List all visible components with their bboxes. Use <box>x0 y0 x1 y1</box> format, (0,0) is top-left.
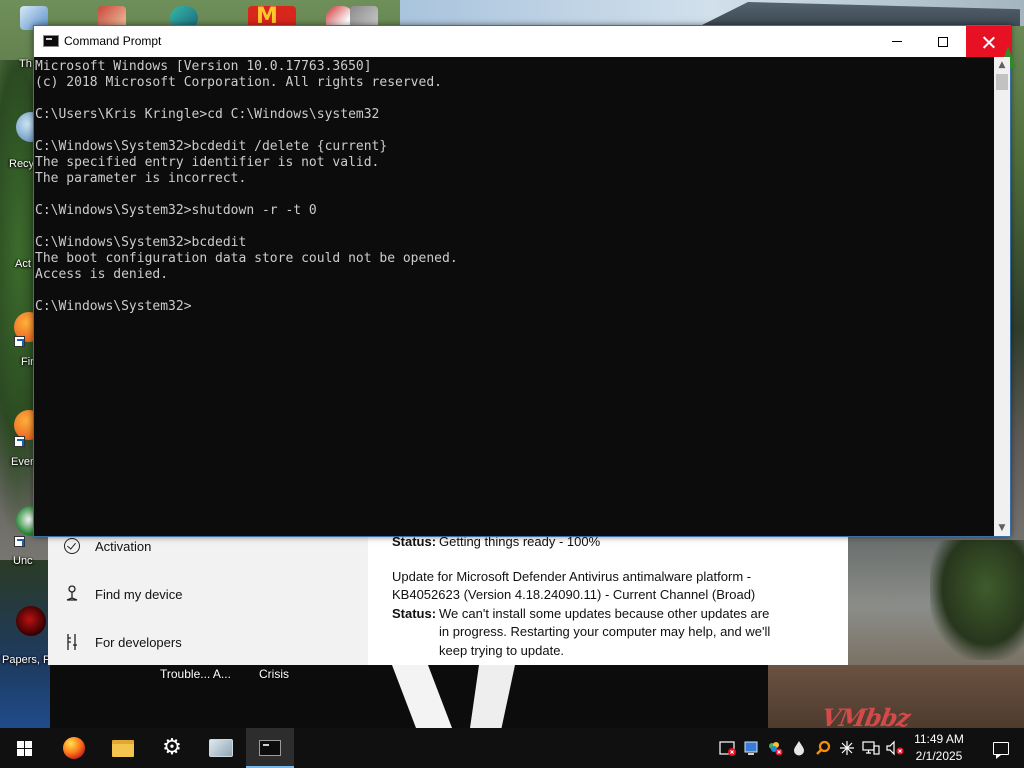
command-prompt-icon <box>43 35 59 47</box>
status-value: We can't install some updates because ot… <box>439 605 832 661</box>
console-line: C:\Users\Kris Kringle>cd C:\Windows\syst… <box>35 107 380 122</box>
papers-please-icon[interactable] <box>16 606 46 636</box>
status-line: keep trying to update. <box>439 642 565 658</box>
scrollbar-thumb[interactable] <box>996 74 1008 90</box>
status-line: in progress. Restarting your computer ma… <box>439 624 771 639</box>
nav-label: Find my device <box>95 586 183 602</box>
command-prompt-icon <box>259 740 281 756</box>
tray-search-tool[interactable] <box>811 728 835 768</box>
desktop-icon-label-uncl[interactable]: Unc <box>13 555 33 567</box>
settings-nav: Activation Find my device For developers <box>48 537 368 665</box>
update-title: Update for Microsoft Defender Antivirus … <box>392 568 752 584</box>
settings-window: Activation Find my device For developers… <box>48 534 848 665</box>
desktop-icon-label-firefox[interactable]: Fir <box>21 356 34 368</box>
volume-muted-icon <box>886 740 904 756</box>
close-icon <box>983 36 995 48</box>
action-center-button[interactable] <box>978 728 1024 768</box>
scroll-up-icon[interactable]: ▲ <box>994 57 1010 73</box>
sparkle-icon <box>840 741 854 755</box>
start-button[interactable] <box>0 728 48 768</box>
nav-label: Activation <box>95 538 152 554</box>
shortcut-arrow-icon <box>14 536 25 547</box>
nav-label: For developers <box>95 634 182 650</box>
console-line: C:\Windows\System32> <box>35 299 192 314</box>
tray-sparkle[interactable] <box>835 728 859 768</box>
maximize-icon <box>938 36 948 47</box>
security-warning-icon <box>719 741 736 756</box>
app-error-icon <box>769 742 783 756</box>
tray-droplet[interactable] <box>787 728 811 768</box>
nav-item-for-developers[interactable]: For developers <box>48 622 368 662</box>
console-line: Access is denied. <box>35 267 169 282</box>
this-pc-icon <box>209 739 233 757</box>
taskbar-clock[interactable]: 11:49 AM 2/1/2025 <box>906 731 972 765</box>
minimize-button[interactable] <box>874 26 920 57</box>
shortcut-arrow-icon <box>14 336 25 347</box>
desktop-icon-label-activate[interactable]: Act <box>15 258 31 270</box>
shortcut-arrow-icon <box>14 436 25 447</box>
scroll-down-icon[interactable]: ▼ <box>994 520 1010 536</box>
desktop-icon-label-ever[interactable]: Ever <box>11 456 34 468</box>
console-line: The boot configuration data store could … <box>35 251 458 266</box>
circle-check-icon <box>62 536 82 556</box>
monitor-icon <box>744 741 758 755</box>
wallpaper-watermark: VMbbz <box>819 703 912 728</box>
status-line: We can't install some updates because ot… <box>439 605 770 621</box>
console-line: The parameter is incorrect. <box>35 171 247 186</box>
taskbar: ⚙ 11:49 AM 2/1/2025 <box>0 728 1024 768</box>
tray-app-error[interactable] <box>763 728 787 768</box>
command-prompt-window: Command Prompt Microsoft Windows [Versio… <box>33 25 1016 537</box>
update-status: Status: We can't install some updates be… <box>392 605 832 661</box>
nav-item-find-my-device[interactable]: Find my device <box>48 574 368 614</box>
wallpaper-left-strip <box>0 560 50 728</box>
taskbar-firefox[interactable] <box>50 728 98 768</box>
vertical-scrollbar[interactable]: ▲ ▼ <box>994 57 1010 536</box>
droplet-icon <box>794 741 804 756</box>
desktop-icon-label[interactable]: Trouble... A... <box>160 667 231 681</box>
tray-volume[interactable] <box>883 728 907 768</box>
desktop-icon-label-papers[interactable]: Papers, P <box>2 654 50 666</box>
clock-time: 11:49 AM <box>914 732 964 746</box>
file-explorer-icon <box>112 739 134 757</box>
taskbar-this-pc[interactable] <box>197 728 245 768</box>
developer-tools-icon <box>62 632 82 652</box>
console-line: C:\Windows\System32>shutdown -r -t 0 <box>35 203 317 218</box>
network-icon <box>862 741 880 755</box>
console-line: (c) 2018 Microsoft Corporation. All righ… <box>35 75 442 90</box>
desktop-icon-label-recycle[interactable]: Recy <box>9 158 34 170</box>
start-icon <box>16 740 32 756</box>
taskbar-settings[interactable]: ⚙ <box>148 728 196 768</box>
taskbar-file-explorer[interactable] <box>99 728 147 768</box>
tray-security[interactable] <box>716 728 740 768</box>
firefox-icon <box>63 737 85 759</box>
wallpaper-tree-right <box>930 540 1024 660</box>
clock-date: 2/1/2025 <box>915 749 963 763</box>
tray-network[interactable] <box>859 728 883 768</box>
update-list: Status: Getting things ready - 100% Upda… <box>392 534 832 661</box>
minimize-icon <box>892 41 902 42</box>
maximize-button[interactable] <box>920 26 966 57</box>
status-label: Status: <box>392 605 437 621</box>
notification-icon <box>993 741 1009 759</box>
settings-gear-icon: ⚙ <box>162 735 182 760</box>
taskbar-command-prompt[interactable] <box>246 728 294 768</box>
search-orange-icon <box>816 740 831 755</box>
desktop-icon-label[interactable]: Crisis <box>259 667 289 681</box>
console-line: C:\Windows\System32>bcdedit /delete {cur… <box>35 139 388 154</box>
console-output[interactable]: Microsoft Windows [Version 10.0.17763.36… <box>34 57 994 536</box>
update-title: KB4052623 (Version 4.18.24090.11) - Curr… <box>392 587 756 602</box>
window-title: Command Prompt <box>64 34 162 48</box>
console-line: Microsoft Windows [Version 10.0.17763.36… <box>35 59 372 74</box>
tray-monitor[interactable] <box>739 728 763 768</box>
console-line: C:\Windows\System32>bcdedit <box>35 235 247 250</box>
window-titlebar[interactable]: Command Prompt <box>34 26 1012 57</box>
console-line: The specified entry identifier is not va… <box>35 155 380 170</box>
person-pin-icon <box>62 584 82 604</box>
desktop-icon-label[interactable]: Th <box>19 58 32 70</box>
